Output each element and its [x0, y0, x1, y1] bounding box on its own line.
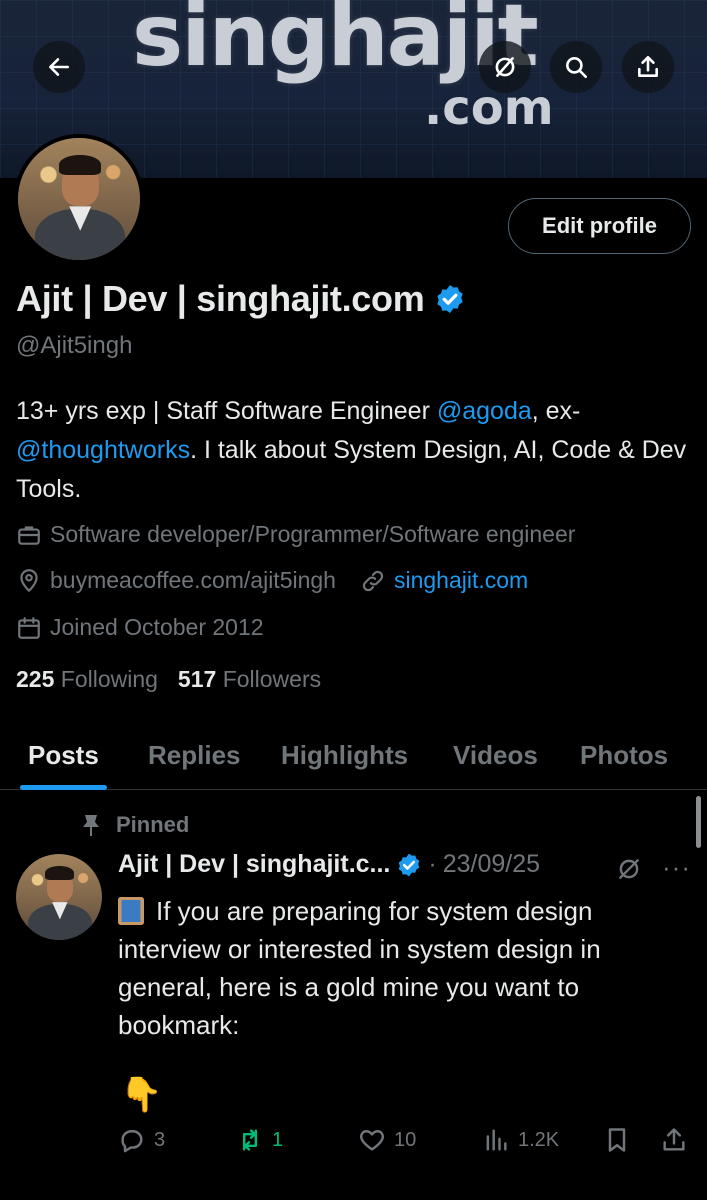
pin-icon — [83, 815, 99, 836]
avatar-photo — [18, 138, 140, 260]
pinned-label: Pinned — [116, 812, 190, 837]
followers-link[interactable]: 517 Followers — [178, 666, 321, 693]
view-count: 1.2K — [518, 1128, 560, 1151]
banner-brand-subtext: .com — [424, 80, 554, 136]
avatar-photo — [16, 854, 102, 940]
mention-link-thoughtworks[interactable]: @thoughtworks — [16, 436, 190, 464]
pointing-down-emoji: 👇 — [120, 1076, 163, 1114]
profile-tabs: Posts Replies Highlights Videos Photos — [0, 720, 707, 790]
display-name-row: Ajit | Dev | singhajit.com — [16, 278, 466, 320]
search-icon — [566, 57, 588, 79]
active-tab-indicator — [20, 785, 107, 790]
reply-icon — [121, 1130, 143, 1153]
bookmark-icon — [608, 1128, 626, 1152]
slashed-circle-icon — [495, 57, 515, 77]
following-label: Following — [60, 666, 158, 692]
more-options-button[interactable]: ··· — [662, 852, 691, 883]
post-text: If you are preparing for system design i… — [118, 896, 601, 1040]
repost-icon — [242, 1129, 258, 1151]
joined-date: Joined October 2012 — [50, 614, 264, 640]
views-button[interactable]: 1.2K — [482, 1126, 559, 1154]
profession-row: Software developer/Programmer/Software e… — [16, 521, 575, 548]
profile-page: singhajit .com Edit profile Ajit | Dev |… — [0, 0, 707, 1200]
joined-row: Joined October 2012 — [16, 614, 264, 641]
following-count: 225 — [16, 666, 55, 692]
share-post-button[interactable] — [660, 1126, 688, 1154]
location-pin-icon — [20, 568, 38, 592]
verified-badge-icon — [399, 853, 420, 876]
profession-text: Software developer/Programmer/Software e… — [50, 521, 576, 547]
location-text: buymeacoffee.com/ajit5ingh — [50, 567, 336, 593]
tab-label: Photos — [580, 739, 669, 770]
post-date[interactable]: 23/09/25 — [443, 850, 540, 879]
search-button[interactable] — [550, 41, 602, 93]
repost-count: 1 — [272, 1128, 284, 1151]
arrow-left-icon — [49, 58, 69, 76]
verified-badge-icon[interactable] — [434, 283, 466, 315]
profile-bio: 13+ yrs exp | Staff Software Engineer @a… — [16, 392, 696, 509]
tab-label: Videos — [453, 739, 538, 770]
follow-stats: 225 Following 517 Followers — [16, 666, 321, 693]
like-button[interactable]: 10 — [358, 1126, 416, 1154]
heart-icon — [360, 1130, 384, 1151]
followers-count: 517 — [177, 666, 217, 692]
location-row: buymeacoffee.com/ajit5ingh singhajit.com — [16, 567, 528, 594]
profile-avatar[interactable] — [14, 134, 144, 264]
post-separator: · — [428, 850, 437, 878]
calendar-icon — [18, 616, 40, 639]
tab-label: Posts — [28, 739, 99, 770]
bookmark-button[interactable] — [603, 1126, 631, 1154]
tab-photos[interactable]: Photos — [580, 720, 668, 790]
reply-button[interactable]: 3 — [118, 1126, 165, 1154]
thread-spool-emoji — [118, 897, 144, 925]
slashed-circle-icon[interactable] — [616, 856, 642, 882]
scrollbar[interactable] — [696, 796, 701, 848]
followers-label: Followers — [222, 666, 322, 692]
bio-text: 13+ yrs exp | Staff Software Engineer — [16, 397, 437, 425]
display-name: Ajit | Dev | singhajit.com — [16, 278, 425, 319]
post-author-avatar[interactable] — [16, 854, 102, 940]
bar-chart-icon — [486, 1129, 507, 1151]
tab-videos[interactable]: Videos — [453, 720, 538, 790]
link-icon — [362, 570, 384, 591]
briefcase-icon — [18, 525, 40, 545]
mention-link-agoda[interactable]: @agoda — [437, 397, 532, 425]
username-handle: @Ajit5ingh — [16, 332, 133, 359]
share-icon — [638, 55, 658, 77]
share-icon — [663, 1128, 685, 1151]
back-button[interactable] — [33, 41, 85, 93]
bio-text: , ex- — [531, 397, 581, 425]
following-link[interactable]: 225 Following — [16, 666, 158, 693]
pinned-indicator: Pinned — [80, 812, 189, 838]
tab-label: Replies — [148, 739, 241, 770]
share-button[interactable] — [622, 41, 674, 93]
tab-label: Highlights — [281, 739, 409, 770]
repost-button[interactable]: 1 — [236, 1126, 283, 1154]
edit-profile-button[interactable]: Edit profile — [508, 198, 691, 254]
reply-count: 3 — [154, 1128, 166, 1151]
banner-brand-text: singhajit — [132, 0, 539, 86]
tab-highlights[interactable]: Highlights — [281, 720, 408, 790]
post-author-name[interactable]: Ajit | Dev | singhajit.c... — [118, 850, 390, 879]
tab-replies[interactable]: Replies — [148, 720, 241, 790]
tab-posts[interactable]: Posts — [20, 720, 107, 790]
post-header: Ajit | Dev | singhajit.c... · 23/09/25 — [118, 850, 540, 879]
like-count: 10 — [394, 1128, 417, 1151]
post-body: If you are preparing for system design i… — [118, 892, 688, 1044]
website-link[interactable]: singhajit.com — [394, 567, 528, 594]
grok-button[interactable] — [479, 41, 531, 93]
